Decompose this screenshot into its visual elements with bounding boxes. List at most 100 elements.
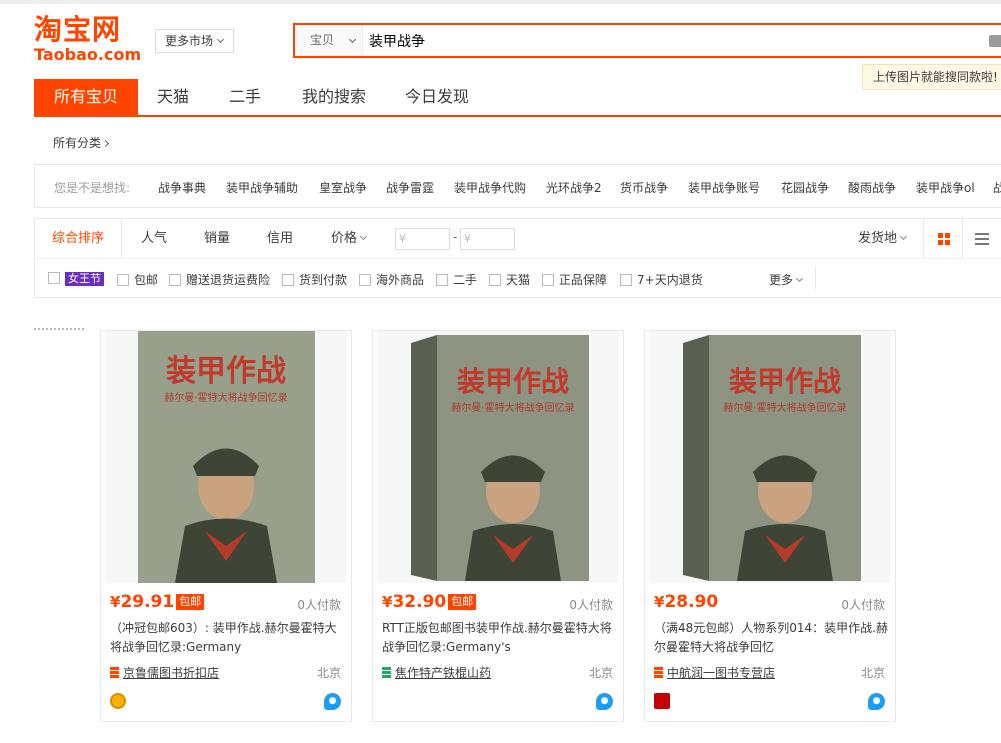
- suggestion-item[interactable]: 装甲战争辅助: [226, 179, 298, 196]
- tmall-store-icon[interactable]: [654, 693, 670, 709]
- search-category-select[interactable]: 宝贝: [295, 25, 363, 56]
- filter-genuine[interactable]: 正品保障: [542, 271, 607, 288]
- price-value: 28.90: [664, 592, 719, 612]
- search-category-label: 宝贝: [310, 33, 335, 47]
- sort-popularity[interactable]: 人气: [141, 219, 167, 258]
- sort-sales[interactable]: 销量: [204, 219, 230, 258]
- checkbox[interactable]: [359, 274, 371, 286]
- cover-title: 装甲作战: [166, 354, 286, 389]
- checkbox[interactable]: [48, 272, 60, 284]
- gold-seller-icon[interactable]: [110, 693, 126, 709]
- sort-default[interactable]: 综合排序: [35, 219, 122, 258]
- filter-tmall[interactable]: 天猫: [489, 271, 530, 288]
- shop-link[interactable]: 焦作特产铁棍山药: [382, 664, 491, 681]
- checkbox[interactable]: [282, 274, 294, 286]
- ship-from-dropdown[interactable]: 发货地: [858, 219, 908, 258]
- more-filters-button[interactable]: 更多: [769, 271, 804, 288]
- grid-icon: [945, 240, 950, 245]
- shop-link[interactable]: 京鲁儒图书折扣店: [110, 664, 219, 681]
- product-image[interactable]: 装甲作战 赫尔曼·霍特大将战争回忆录: [105, 331, 347, 583]
- suggestion-item[interactable]: 皇室战争: [319, 179, 367, 196]
- search-box: 宝贝: [293, 23, 1001, 58]
- grid-view-button[interactable]: [923, 219, 963, 258]
- checkbox[interactable]: [169, 274, 181, 286]
- wangwang-chat-icon[interactable]: ●: [596, 693, 613, 710]
- product-title[interactable]: RTT正版包邮图书装甲作战.赫尔曼霍特大将战争回忆录:Germany's: [382, 619, 616, 657]
- product-card[interactable]: 装甲作战 赫尔曼·霍特大将战争回忆录 ¥29.91 包邮 0人付款 （冲冠包邮60…: [100, 330, 352, 722]
- tab-secondhand[interactable]: 二手: [229, 79, 261, 115]
- suggestion-item[interactable]: 装甲战争ol: [916, 179, 975, 196]
- product-title[interactable]: （冲冠包邮603）: 装甲作战.赫尔曼霍特大将战争回忆录:Germany: [110, 619, 344, 657]
- filter-7day-return[interactable]: 7+天内退货: [620, 271, 703, 288]
- filter-queen-day[interactable]: 女王节: [48, 271, 104, 286]
- cover-subtitle: 赫尔曼·霍特大将战争回忆录: [723, 401, 846, 414]
- suggestion-item[interactable]: 战: [993, 179, 1001, 196]
- more-markets-dropdown[interactable]: 更多市场: [155, 29, 234, 53]
- price-min-input[interactable]: ¥: [395, 228, 450, 250]
- chevron-down-icon: [795, 274, 804, 283]
- top-border: [0, 0, 1001, 4]
- location: 北京: [860, 666, 885, 680]
- sort-price[interactable]: 价格: [331, 219, 368, 258]
- filter-free-shipping[interactable]: 包邮: [117, 271, 158, 288]
- queen-day-badge: 女王节: [65, 272, 104, 286]
- product-title[interactable]: （满48元包邮）人物系列014：装甲作战.赫尔曼霍特大将战争回忆: [654, 619, 888, 657]
- divider: [34, 328, 84, 330]
- free-shipping-tag: 包邮: [448, 594, 477, 610]
- shop-link[interactable]: 中航润一图书专营店: [654, 664, 775, 681]
- price-max-input[interactable]: ¥: [460, 228, 515, 250]
- checkbox[interactable]: [436, 274, 448, 286]
- filter-label: 包邮: [134, 273, 159, 287]
- deal-count: 0人付款: [569, 598, 613, 612]
- tab-today-discover[interactable]: 今日发现: [405, 79, 469, 115]
- filter-secondhand[interactable]: 二手: [436, 271, 477, 288]
- all-categories-link[interactable]: 所有分类: [53, 134, 110, 151]
- suggestion-item[interactable]: 装甲战争代购: [454, 179, 526, 196]
- deal-count: 0人付款: [297, 598, 341, 612]
- filter-overseas[interactable]: 海外商品: [359, 271, 424, 288]
- divider: [815, 267, 816, 289]
- chevron-down-icon: [348, 35, 357, 44]
- checkbox[interactable]: [489, 274, 501, 286]
- suggestion-item[interactable]: 装甲战争账号: [688, 179, 760, 196]
- suggestion-item[interactable]: 战争雷霆: [386, 179, 434, 196]
- wangwang-chat-icon[interactable]: ●: [324, 693, 341, 710]
- filter-row: 女王节 包邮 赠送退货运费险 货到付款 海外商品 二手 天猫 正品保障 7+天内…: [35, 259, 1001, 298]
- tab-tmall[interactable]: 天猫: [157, 79, 189, 115]
- suggestion-item[interactable]: 战争事典: [158, 179, 206, 196]
- suggestion-bar: 您是不是想找: 战争事典 装甲战争辅助 皇室战争 战争雷霆 装甲战争代购 光环战…: [34, 164, 1001, 208]
- checkbox[interactable]: [542, 274, 554, 286]
- filter-return-insurance[interactable]: 赠送退货运费险: [169, 271, 270, 288]
- shop-name: 中航润一图书专营店: [667, 666, 776, 680]
- list-view-icon[interactable]: [975, 233, 989, 245]
- book-cover-image: 装甲作战 赫尔曼·霍特大将战争回忆录: [138, 331, 315, 583]
- price-symbol: ¥: [654, 593, 665, 611]
- search-input[interactable]: [369, 25, 969, 56]
- filter-cod[interactable]: 货到付款: [282, 271, 347, 288]
- location: 北京: [588, 666, 613, 680]
- shop-name: 京鲁儒图书折扣店: [123, 666, 220, 680]
- taobao-logo[interactable]: 淘宝网 Taobao.com: [34, 14, 142, 66]
- camera-search-icon[interactable]: [989, 35, 1001, 47]
- filter-label: 海外商品: [376, 273, 425, 287]
- product-image[interactable]: 装甲作战 赫尔曼·霍特大将战争回忆录: [649, 331, 891, 583]
- checkbox[interactable]: [117, 274, 129, 286]
- sort-credit[interactable]: 信用: [267, 219, 293, 258]
- price-value: 32.90: [392, 592, 447, 612]
- free-shipping-tag: 包邮: [176, 594, 205, 610]
- tab-my-search[interactable]: 我的搜索: [302, 79, 366, 115]
- book-cover-image: 装甲作战 赫尔曼·霍特大将战争回忆录: [683, 335, 861, 581]
- product-image[interactable]: 装甲作战 赫尔曼·霍特大将战争回忆录: [377, 331, 619, 583]
- tab-all-items[interactable]: 所有宝贝: [34, 79, 139, 115]
- price-symbol: ¥: [110, 593, 121, 611]
- product-card[interactable]: 装甲作战 赫尔曼·霍特大将战争回忆录 ¥32.90 包邮 0人付款 RTT正版包邮…: [372, 330, 624, 722]
- suggestion-item[interactable]: 货币战争: [620, 179, 668, 196]
- checkbox[interactable]: [620, 274, 632, 286]
- suggestion-item[interactable]: 酸雨战争: [848, 179, 896, 196]
- product-card[interactable]: 装甲作战 赫尔曼·霍特大将战争回忆录 ¥28.90 0人付款 （满48元包邮）人…: [644, 330, 896, 722]
- book-cover-image: 装甲作战 赫尔曼·霍特大将战争回忆录: [411, 335, 589, 581]
- more-filters-label: 更多: [769, 273, 794, 287]
- suggestion-item[interactable]: 花园战争: [781, 179, 829, 196]
- suggestion-item[interactable]: 光环战争2: [546, 179, 602, 196]
- wangwang-chat-icon[interactable]: ●: [868, 693, 885, 710]
